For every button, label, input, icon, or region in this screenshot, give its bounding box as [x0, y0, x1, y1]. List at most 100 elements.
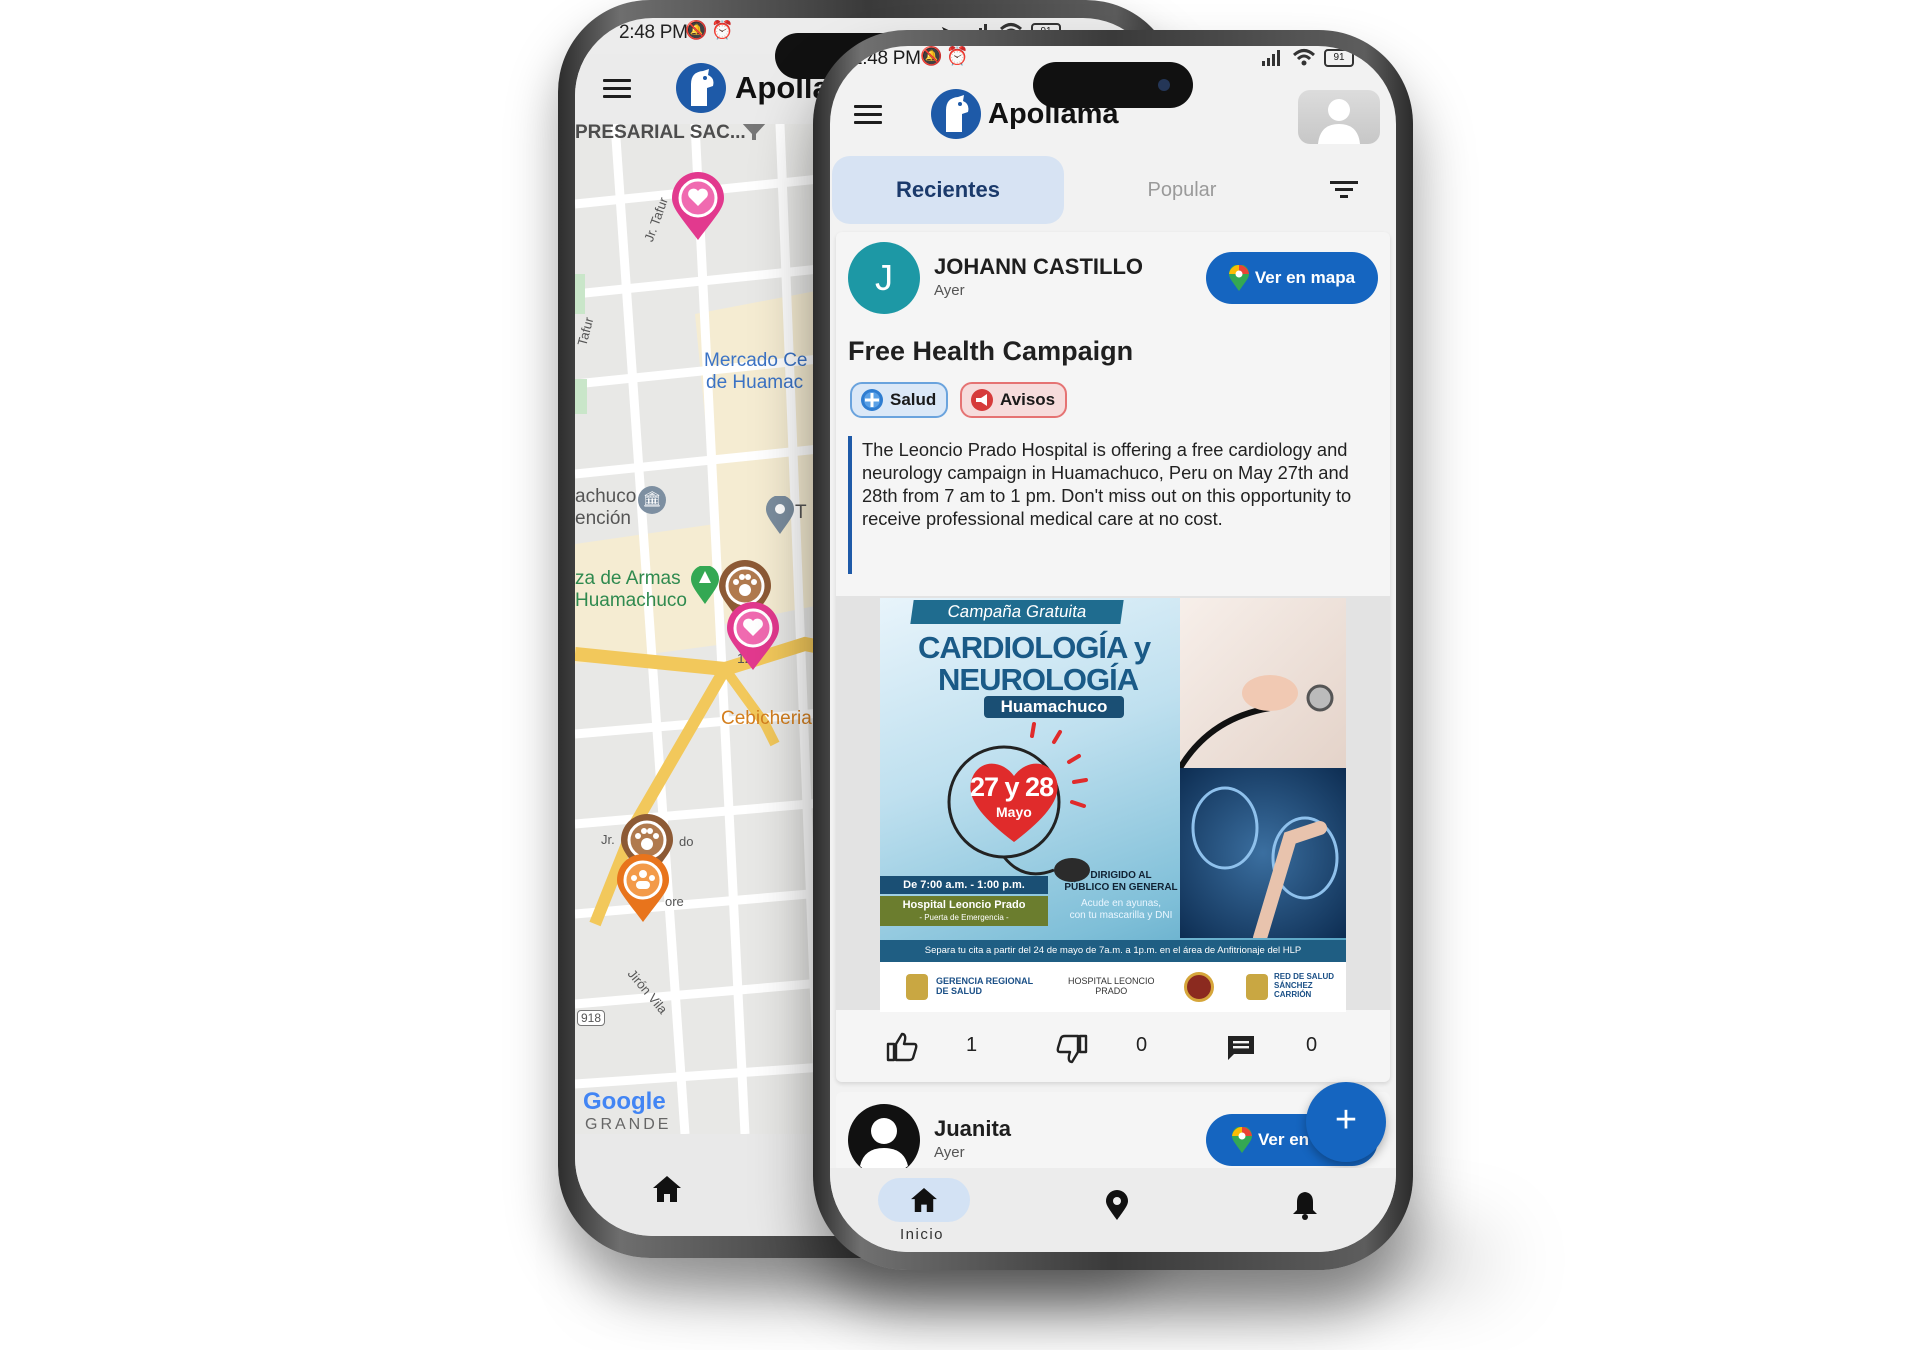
- post-image[interactable]: Campaña Gratuita CARDIOLOGÍA y NEUROLOGÍ…: [880, 598, 1346, 1012]
- home-icon: [911, 1188, 937, 1212]
- post-title: Free Health Campaign: [848, 336, 1134, 366]
- megaphone-icon: [971, 389, 993, 411]
- poster-banner: Campaña Gratuita: [910, 600, 1124, 624]
- map-label-place: achuco: [575, 486, 637, 507]
- map-label-restaurant: Cebicheria: [721, 708, 812, 729]
- map-label-area: GRANDE: [585, 1116, 672, 1133]
- map-label-plaza: Huamachuco: [575, 590, 687, 611]
- brain-scan-photo: [1180, 768, 1346, 945]
- comment-icon[interactable]: [1226, 1034, 1256, 1062]
- museum-icon[interactable]: 🏛: [638, 486, 666, 514]
- status-time: 2:48 PM: [852, 48, 921, 69]
- poster-audience-line: DIRIGIDO AL: [1090, 870, 1152, 881]
- alarm-icon: ⏰: [946, 46, 969, 66]
- like-icon[interactable]: [886, 1032, 918, 1062]
- poster-place: Huamachuco: [984, 696, 1124, 718]
- tag-avisos[interactable]: Avisos: [960, 382, 1068, 418]
- logo-text: PRADO: [1095, 986, 1128, 996]
- tab-recent-label: Recientes: [896, 177, 1000, 202]
- park-pin-icon[interactable]: [691, 566, 719, 604]
- filter-icon[interactable]: [1330, 180, 1358, 200]
- health-marker-icon[interactable]: [670, 172, 726, 240]
- mute-icon: 🔕: [920, 46, 943, 66]
- coat-of-arms-icon: [906, 974, 928, 1000]
- dislike-icon[interactable]: [1056, 1034, 1088, 1064]
- poster-hospital-sub: - Puerta de Emergencia -: [919, 913, 1009, 922]
- poster-fasting-line: Acude en ayunas,: [1080, 898, 1162, 909]
- google-maps-icon: [1228, 265, 1249, 291]
- health-marker-icon[interactable]: [725, 602, 781, 670]
- author-name[interactable]: Juanita: [934, 1116, 1011, 1142]
- tab-recent[interactable]: Recientes: [832, 156, 1064, 224]
- notifications-bell-icon[interactable]: [1292, 1190, 1318, 1220]
- poster-audience-line: PÚBLICO EN GENERAL: [1064, 882, 1178, 893]
- poster-fasting: Acude en ayunas, con tu mascarilla y DNI: [1056, 898, 1186, 922]
- map-label-street: do: [679, 834, 694, 849]
- battery-icon: 91: [1324, 49, 1354, 67]
- quote-bar: [848, 436, 852, 574]
- community-marker-icon[interactable]: [615, 854, 671, 922]
- google-maps-icon: [1232, 1127, 1252, 1153]
- bottom-nav: Inicio: [830, 1168, 1396, 1252]
- poster-fasting-line: con tu mascarilla y DNI: [1069, 910, 1173, 921]
- map-label-plaza: za de Armas: [575, 568, 681, 589]
- poster-title-1: CARDIOLOGÍA y: [918, 630, 1151, 665]
- logo-text: CARRIÓN: [1274, 990, 1312, 999]
- logo-text: HOSPITAL LEONCIO: [1068, 976, 1155, 986]
- tag-salud[interactable]: Salud: [850, 382, 949, 418]
- menu-icon[interactable]: [854, 100, 882, 129]
- menu-icon[interactable]: [603, 74, 631, 103]
- logo-text: RED DE SALUD: [1274, 972, 1335, 981]
- poster-hours: De 7:00 a.m. - 1:00 p.m.: [880, 876, 1048, 894]
- poster-hospital-box: Hospital Leoncio Prado - Puerta de Emerg…: [880, 896, 1048, 926]
- post-time: Ayer: [934, 1144, 965, 1161]
- nav-home[interactable]: [878, 1178, 970, 1222]
- logo-text: GERENCIA REGIONAL: [936, 976, 1034, 986]
- filter-funnel-icon[interactable]: [741, 124, 767, 140]
- map-pin-gray-icon[interactable]: [766, 496, 794, 534]
- map-label-market: de Huamac: [706, 372, 804, 393]
- user-placeholder-icon: [1318, 99, 1360, 144]
- comment-count: 0: [1306, 1034, 1318, 1056]
- tab-popular[interactable]: Popular: [1064, 156, 1300, 224]
- nav-home-label: Inicio: [900, 1226, 945, 1243]
- status-time: 2:48 PM: [619, 22, 688, 43]
- map-label-place: ención: [575, 508, 631, 529]
- logo-gerencia: GERENCIA REGIONAL DE SALUD: [936, 976, 1033, 996]
- logo-text: SÁNCHEZ: [1274, 981, 1313, 990]
- tab-popular-label: Popular: [1147, 179, 1217, 201]
- signal-icon: [1262, 50, 1280, 66]
- logo-text: DE SALUD: [936, 986, 983, 996]
- coat-of-arms-icon: [1246, 974, 1268, 1000]
- wifi-icon: [1292, 49, 1316, 66]
- hospital-seal-icon: [1184, 972, 1214, 1002]
- home-icon[interactable]: [653, 1176, 681, 1202]
- poster-logos: GERENCIA REGIONAL DE SALUD HOSPITAL LEON…: [880, 962, 1346, 1012]
- poster-dates: 27 y 28: [970, 772, 1054, 802]
- app-logo: [676, 63, 726, 113]
- like-count: 1: [966, 1034, 978, 1056]
- poster-title-2: NEUROLOGÍA: [938, 662, 1139, 697]
- map-label-t: T: [795, 502, 807, 523]
- view-on-map-button[interactable]: Ver en mapa: [1206, 252, 1378, 304]
- stethoscope-icon: [1177, 675, 1334, 770]
- plus-circle-icon: [861, 389, 883, 411]
- brain-icon: [1191, 786, 1339, 945]
- profile-avatar[interactable]: [1298, 90, 1380, 144]
- author-name[interactable]: JOHANN CASTILLO: [934, 254, 1143, 280]
- doctor-photo: [1177, 598, 1346, 770]
- tag-label: Salud: [890, 390, 937, 409]
- author-avatar-icon[interactable]: [848, 1104, 920, 1176]
- front-phone-screen: 2:48 PM 🔕 ⏰ 91 Apollama Recientes Popula…: [830, 46, 1396, 1252]
- logo-red-salud: RED DE SALUD SÁNCHEZ CARRIÓN: [1274, 972, 1334, 999]
- poster-month: Mayo: [996, 804, 1032, 820]
- post-body: The Leoncio Prado Hospital is offering a…: [862, 439, 1352, 529]
- create-post-fab[interactable]: +: [1306, 1082, 1386, 1162]
- author-avatar[interactable]: J: [848, 242, 920, 314]
- camera-lens: [1158, 79, 1170, 91]
- poster-footer: Separa tu cita a partir del 24 de mayo d…: [880, 940, 1346, 962]
- map-label-street: Jr.: [601, 832, 615, 847]
- map-label-market: Mercado Ce: [704, 350, 808, 371]
- map-pin-icon[interactable]: [1106, 1190, 1128, 1220]
- mute-icon: 🔕: [685, 20, 708, 40]
